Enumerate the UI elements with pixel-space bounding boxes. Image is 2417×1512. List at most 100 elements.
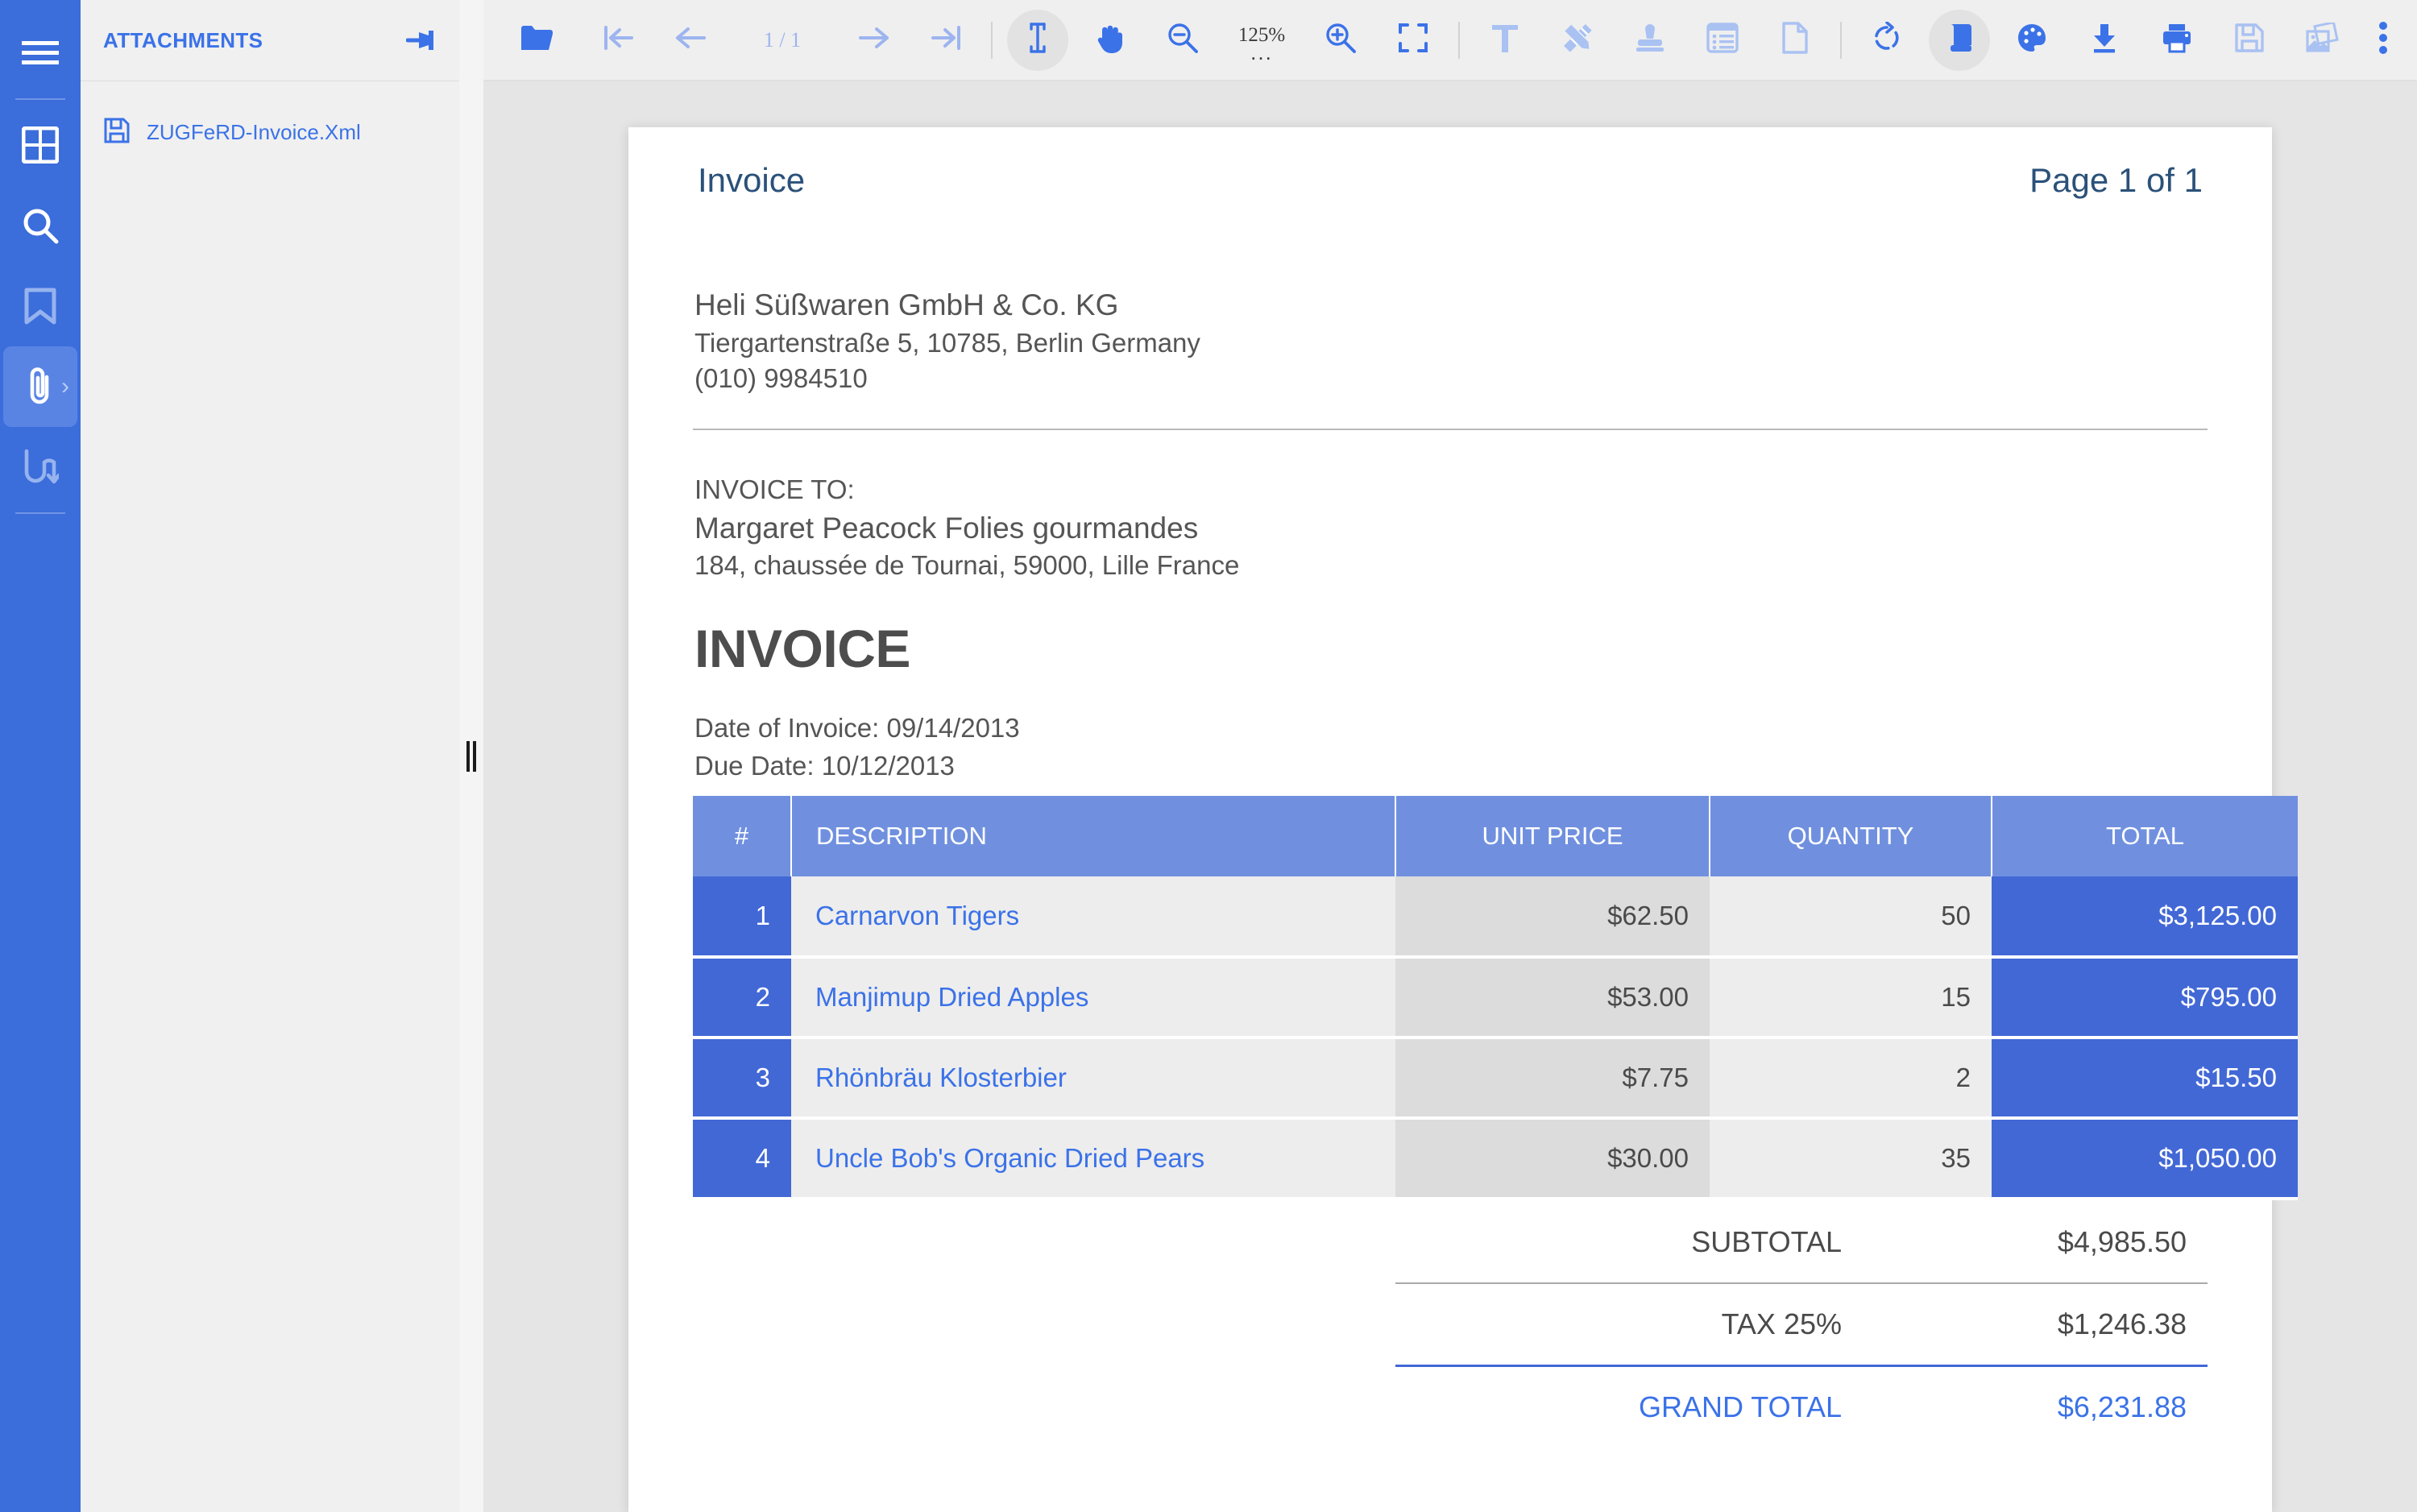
grand-total-row: GRAND TOTAL $6,231.88 (693, 1367, 2208, 1448)
bill-to-block: INVOICE TO: Margaret Peacock Folies gour… (693, 472, 2208, 584)
images-gallery-icon (2305, 20, 2339, 57)
company-name: Heli Süßwaren GmbH & Co. KG (694, 288, 1119, 321)
stamp-tool-button[interactable] (1619, 10, 1681, 71)
cell-quantity: 35 (1710, 1118, 1992, 1201)
attachments-panel: ATTACHMENTS ZUGFeRD-Invoice.Xml (81, 0, 459, 1512)
cell-quantity: 15 (1710, 957, 1992, 1040)
date-of-invoice: Date of Invoice: 09/14/2013 (694, 712, 1020, 743)
zoom-out-button[interactable] (1152, 10, 1213, 71)
sidebar-item-menu[interactable] (3, 13, 77, 93)
cell-unit-price: $30.00 (1395, 1118, 1710, 1201)
page-tool-button[interactable] (1764, 10, 1826, 71)
next-page-button[interactable] (843, 10, 904, 71)
search-icon (22, 207, 59, 244)
print-icon (2161, 23, 2193, 57)
list-item[interactable]: ZUGFeRD-Invoice.Xml (81, 104, 459, 161)
page-indicator[interactable]: 1 / 1 (722, 28, 843, 52)
rotate-clockwise-icon (1872, 21, 1902, 58)
toolbar-divider-1 (991, 21, 993, 59)
totals-block: SUBTOTAL $4,985.50 TAX 25% $1,246.38 GRA… (693, 1202, 2208, 1448)
cell-number: 4 (693, 1118, 791, 1201)
pin-icon[interactable] (406, 27, 438, 53)
tax-row: TAX 25% $1,246.38 (693, 1284, 2208, 1365)
sidebar-item-search[interactable] (3, 185, 77, 266)
scroll-mode-button[interactable] (1929, 9, 1990, 71)
theme-button[interactable] (2001, 10, 2063, 71)
more-options-button[interactable] (2353, 10, 2414, 71)
company-address: Tiergartenstraße 5, 10785, Berlin German… (694, 327, 1200, 358)
sidebar-item-bookmarks[interactable] (3, 266, 77, 346)
table-row: 2 Manjimup Dried Apples $53.00 15 $795.0… (693, 957, 2298, 1040)
cell-description[interactable]: Carnarvon Tigers (791, 876, 1395, 959)
cell-number: 1 (693, 876, 791, 959)
signature-flow-icon (22, 448, 59, 487)
pencil-ruler-icon (1561, 21, 1594, 59)
more-vertical-icon (2378, 21, 2388, 59)
due-date: Due Date: 10/12/2013 (694, 750, 955, 781)
left-icon-rail: › (0, 0, 81, 1512)
form-tool-button[interactable] (1692, 10, 1753, 71)
sidebar-item-signature[interactable] (3, 427, 77, 507)
stamp-icon (1635, 22, 1665, 58)
grid-thumbnails-icon (22, 126, 59, 164)
rail-divider-bottom (15, 512, 65, 514)
document-canvas[interactable]: Invoice Page 1 of 1 Heli Süßwaren GmbH &… (483, 81, 2417, 1512)
previous-page-icon (674, 23, 708, 56)
sidebar-item-attachments[interactable]: › (3, 346, 77, 427)
cell-description[interactable]: Manjimup Dried Apples (791, 957, 1395, 1040)
column-header-quantity: QUANTITY (1710, 796, 1992, 877)
company-block: Heli Süßwaren GmbH & Co. KG Tiergartenst… (693, 285, 2208, 396)
grand-total-label: GRAND TOTAL (1638, 1390, 1842, 1424)
divider-rule (693, 429, 2208, 431)
open-file-button[interactable] (506, 10, 567, 71)
cell-quantity: 2 (1710, 1038, 1992, 1121)
totals-divider-2 (693, 1365, 2208, 1368)
text-select-tool-button[interactable] (1007, 9, 1068, 71)
cell-unit-price: $62.50 (1395, 876, 1710, 959)
last-page-button[interactable] (915, 10, 976, 71)
cell-description[interactable]: Rhönbräu Klosterbier (791, 1038, 1395, 1121)
toolbar-divider-2 (1458, 21, 1460, 59)
floppy-save-icon (103, 117, 131, 148)
cell-unit-price: $53.00 (1395, 957, 1710, 1040)
rotate-button[interactable] (1856, 10, 1917, 71)
bookmark-icon (23, 288, 57, 325)
bill-to-address: 184, chaussée de Tournai, 59000, Lille F… (694, 550, 1240, 581)
totals-divider-1 (693, 1282, 2208, 1285)
cell-total: $1,050.00 (1992, 1118, 2298, 1201)
chevron-right-icon: › (61, 373, 69, 400)
text-tool-button[interactable] (1474, 10, 1536, 71)
cell-quantity: 50 (1710, 876, 1992, 959)
palette-icon (2016, 22, 2048, 58)
sidebar-item-thumbnails[interactable] (3, 105, 77, 185)
first-page-button[interactable] (588, 10, 649, 71)
last-page-icon (929, 23, 963, 56)
panel-resize-handle[interactable] (459, 0, 483, 1512)
subtotal-value: $4,985.50 (2057, 1225, 2187, 1259)
text-cursor-icon (1026, 21, 1049, 59)
zoom-level-control[interactable]: 125% ... (1213, 24, 1310, 64)
page-document-icon (1781, 21, 1809, 59)
download-button[interactable] (2074, 10, 2135, 71)
fit-to-screen-button[interactable] (1383, 10, 1444, 71)
column-header-total: TOTAL (1992, 796, 2298, 877)
attachments-panel-header: ATTACHMENTS (81, 0, 459, 81)
hamburger-menu-icon (22, 39, 59, 67)
cell-description[interactable]: Uncle Bob's Organic Dried Pears (791, 1118, 1395, 1201)
next-page-icon (856, 23, 890, 56)
markup-tool-button[interactable] (1547, 10, 1608, 71)
print-button[interactable] (2146, 10, 2208, 71)
images-button[interactable] (2291, 10, 2353, 71)
column-header-number: # (693, 796, 792, 877)
save-button[interactable] (2219, 10, 2280, 71)
zoom-more-dots: ... (1250, 39, 1273, 64)
table-row: 1 Carnarvon Tigers $62.50 50 $3,125.00 (693, 876, 2298, 959)
document-header-left: Invoice (698, 161, 806, 199)
bill-to-label: INVOICE TO: (694, 474, 855, 505)
zoom-in-button[interactable] (1310, 10, 1371, 71)
attachments-panel-title: ATTACHMENTS (103, 27, 263, 52)
toolbar: 1 / 1 125% ... (483, 0, 2417, 81)
pan-tool-button[interactable] (1080, 10, 1141, 71)
previous-page-button[interactable] (661, 10, 722, 71)
column-header-unit-price: UNIT PRICE (1395, 796, 1710, 877)
